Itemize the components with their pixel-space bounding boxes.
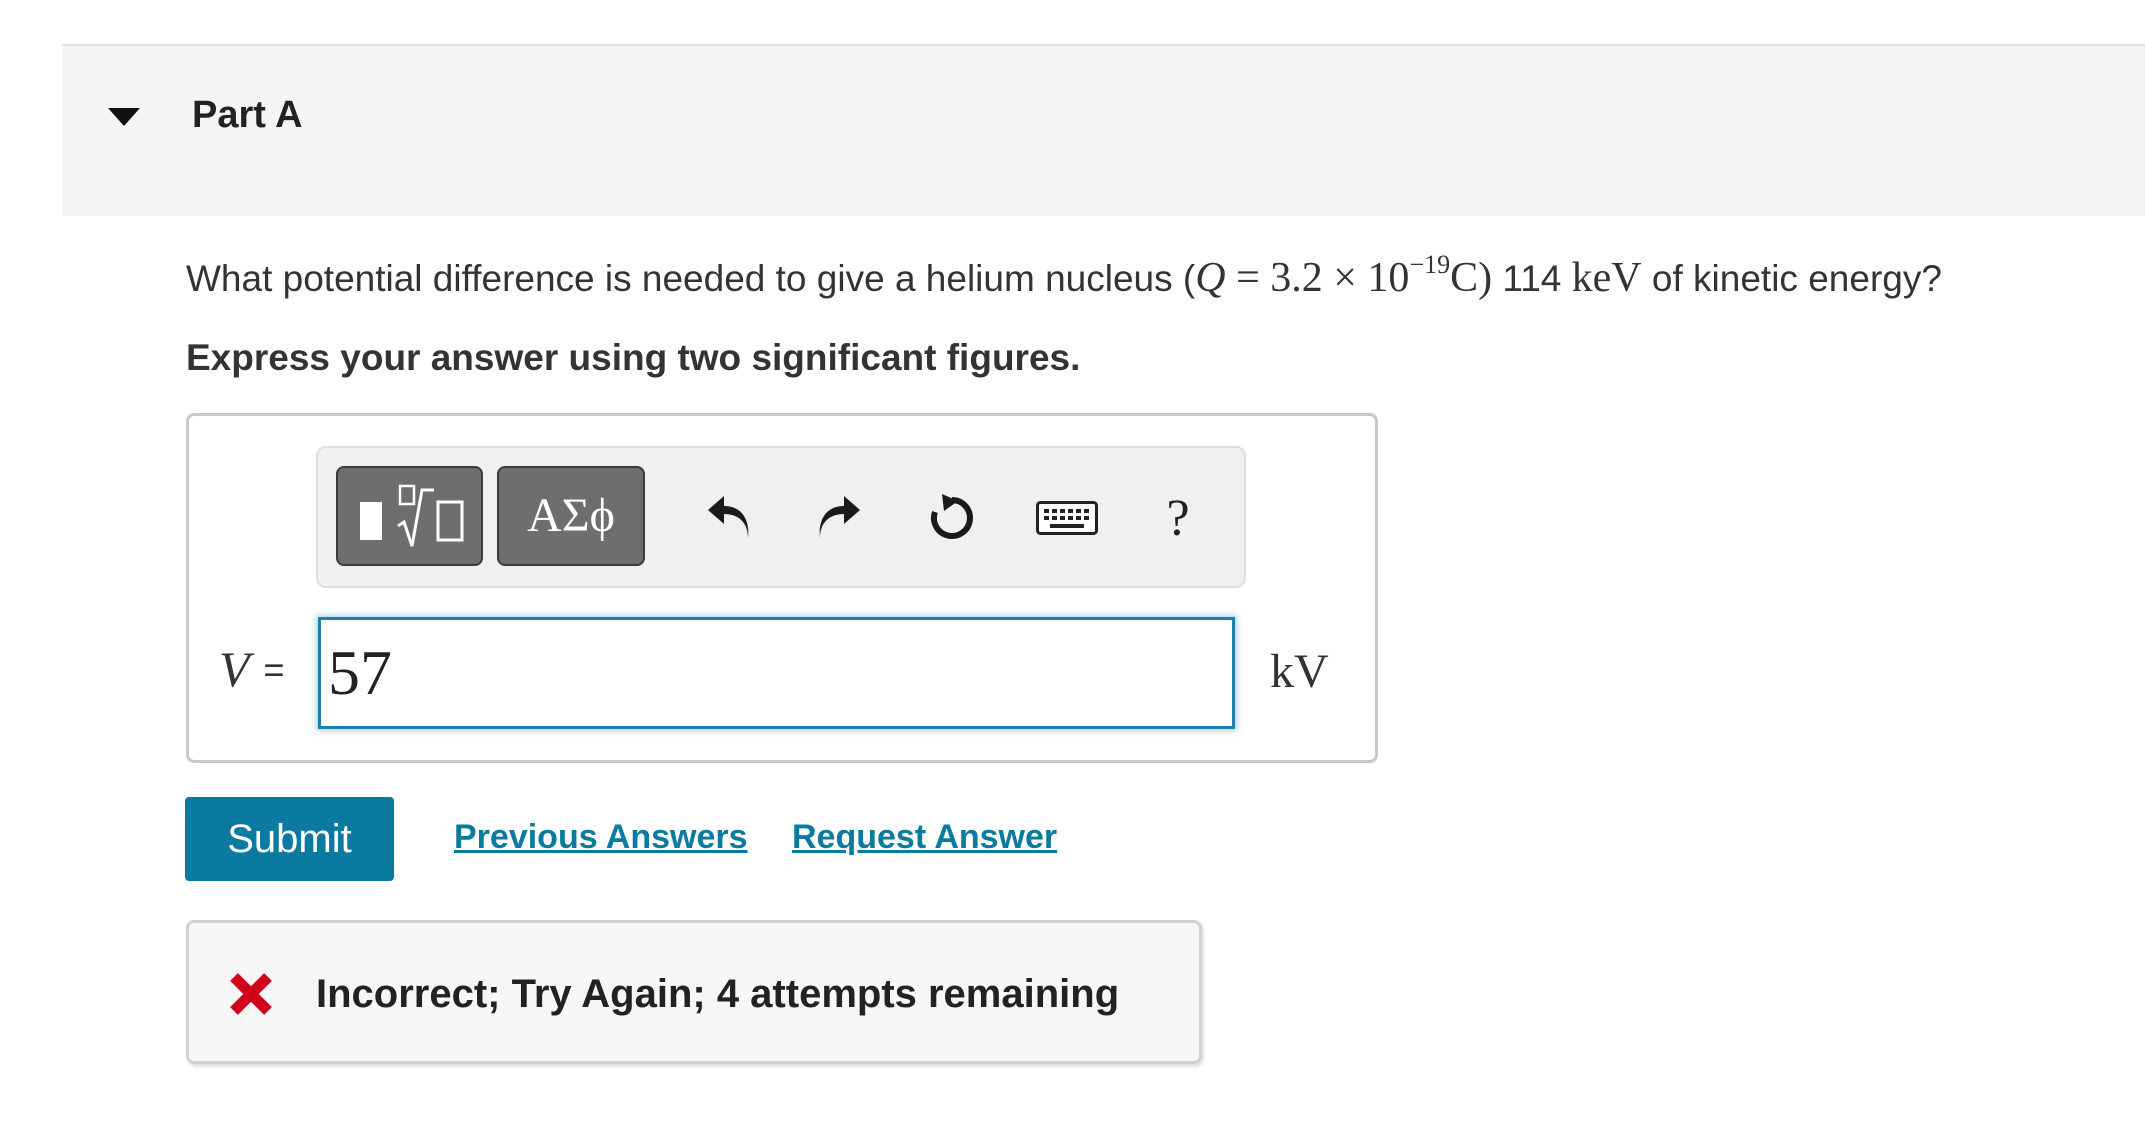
energy-value: 114 [1492,258,1572,299]
equals-sign: = [263,649,285,690]
symbols-button[interactable]: ΑΣϕ [497,466,645,566]
answer-input[interactable] [318,617,1235,729]
charge-unit: C) [1450,255,1493,301]
part-title: Part A [192,94,303,136]
templates-button[interactable] [336,466,483,566]
caret-down-icon[interactable] [108,108,140,126]
keyboard-icon[interactable] [1032,486,1102,550]
charge-exponent: −19 [1409,250,1451,279]
x-icon [230,973,272,1015]
redo-icon[interactable] [808,486,872,550]
question-tail: of kinetic energy? [1641,258,1942,299]
answer-variable-label: V = [219,640,285,698]
answer-input-value: 57 [328,637,392,708]
instruction: Express your answer using two significan… [186,337,1081,378]
feedback-message: Incorrect; Try Again; 4 attempts remaini… [316,972,1120,1016]
question-lead: What potential difference is needed to g… [186,258,1196,299]
charge-variable: Q [1195,255,1226,301]
submit-button[interactable]: Submit [185,797,394,881]
undo-icon[interactable] [696,486,760,550]
question-text: What potential difference is needed to g… [186,252,1942,302]
reset-icon[interactable] [920,486,984,550]
part-header[interactable] [62,46,2145,216]
answer-variable: V [219,641,250,697]
templates-sqrt-icon [360,484,464,547]
request-answer-link[interactable]: Request Answer [792,818,1057,857]
answer-unit: kV [1270,645,1329,698]
charge-expression: Q = 3.2 × 10−19C) [1195,252,1493,302]
help-button[interactable]: ? [1146,486,1210,550]
charge-value: = 3.2 × 10 [1225,255,1410,301]
energy-unit: keV [1571,255,1642,301]
previous-answers-link[interactable]: Previous Answers [454,818,748,857]
